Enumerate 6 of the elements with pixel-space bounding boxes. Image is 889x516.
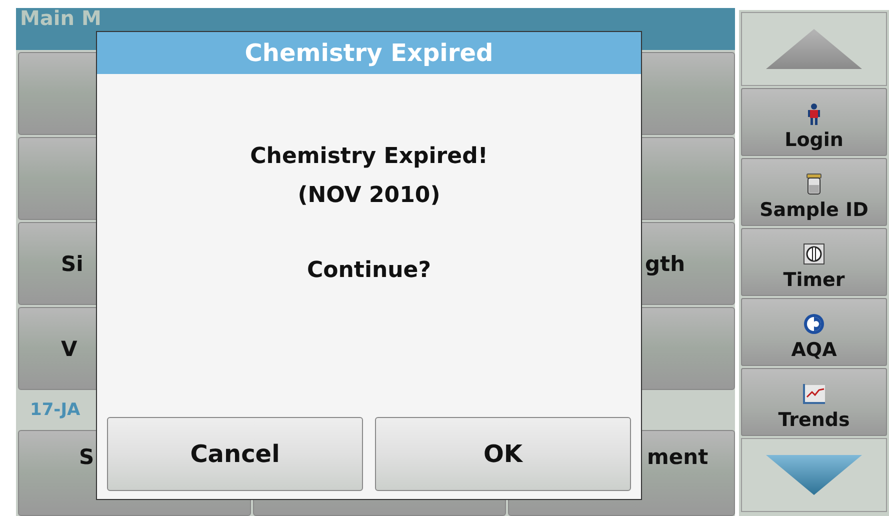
date-text: 17-JA bbox=[30, 400, 80, 420]
screen-title: Main M bbox=[20, 8, 102, 29]
dialog-question: Continue? bbox=[307, 258, 431, 283]
dialog-title: Chemistry Expired bbox=[97, 32, 641, 74]
dialog-message: Chemistry Expired! bbox=[250, 144, 488, 169]
dialog-message: (NOV 2010) bbox=[298, 183, 440, 208]
